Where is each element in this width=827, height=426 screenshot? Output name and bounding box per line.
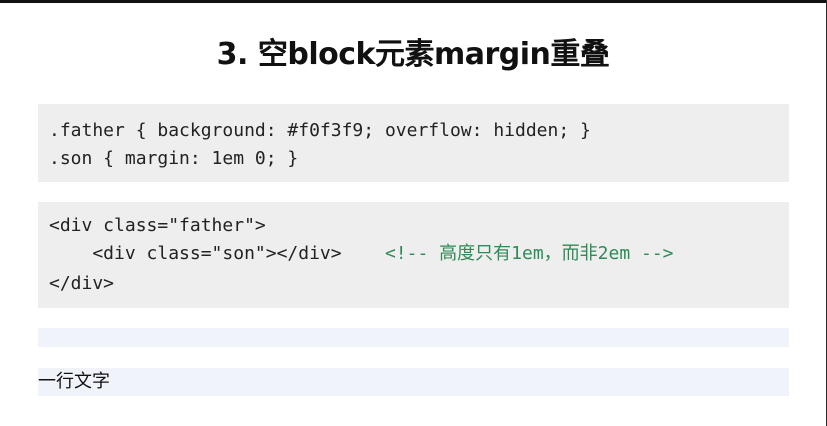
html-comment: <!-- 高度只有1em，而非2em --> bbox=[384, 243, 674, 264]
code-gap bbox=[342, 243, 385, 264]
slide-title: 3. 空block元素margin重叠 bbox=[216, 37, 610, 72]
empty-father-demo-box bbox=[38, 328, 789, 347]
html-code-line: <div class="son"></div> <!-- 高度只有1em，而非2… bbox=[49, 241, 674, 267]
html-code-text: <div class="son"></div> bbox=[49, 243, 342, 264]
css-code-line: .father { background: #f0f3f9; overflow:… bbox=[49, 120, 591, 141]
css-code-block: .father { background: #f0f3f9; overflow:… bbox=[38, 104, 789, 182]
demo-text-line: 一行文字 bbox=[38, 368, 789, 396]
css-code-line: .son { margin: 1em 0; } bbox=[49, 148, 299, 169]
slide: 3. 空block元素margin重叠 .father { background… bbox=[0, 3, 826, 426]
html-code-line: </div> bbox=[49, 273, 115, 294]
html-code-line: <div class="father"> bbox=[49, 215, 266, 236]
html-code-block: <div class="father"> <div class="son"></… bbox=[38, 202, 789, 308]
